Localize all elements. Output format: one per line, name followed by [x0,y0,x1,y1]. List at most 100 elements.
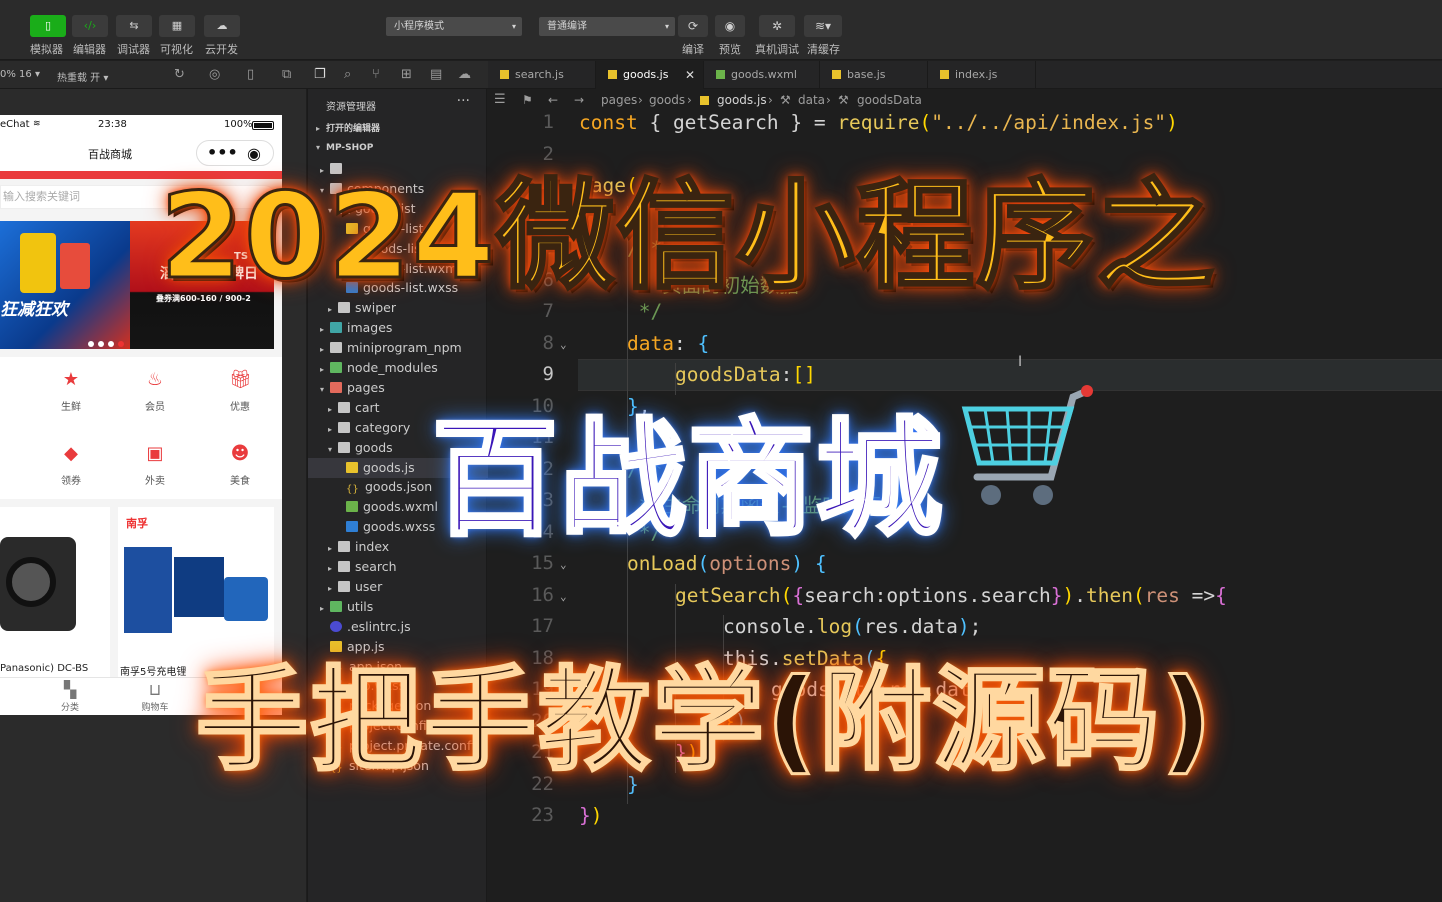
line-number: 8 [542,331,554,354]
close-icon[interactable]: ✕ [685,61,695,89]
grid-item-takeout[interactable]: ▣ 外卖 [120,435,190,499]
search-icon[interactable]: ⌕ [344,67,351,82]
banner-slide-left: 狂减狂欢 [0,221,130,349]
tree-item-label: index [355,539,390,555]
zoom-select[interactable]: 0% 16 ▾ [0,69,40,80]
grid-item-member[interactable]: ♨ 会员 [120,361,190,425]
js-file-icon [500,70,509,79]
breadcrumb: ☰ ⚑ ← → pages › goods › goods.js › ⚒ dat… [488,89,1442,111]
bookmark-icon[interactable]: ⚑ [522,89,533,111]
goods-brand: 南孚 [126,517,148,530]
files-icon[interactable]: ❐ [314,67,326,82]
chevron-right-icon: › [826,93,831,107]
compile-button[interactable]: ⟳ [678,15,708,37]
folder-icon [338,541,350,553]
stop-icon[interactable]: ◎ [209,67,220,82]
remote-debug-button[interactable]: ✲ [759,15,795,37]
category-grid: ★ 生鲜 ♨ 会员 🎁︎ 优惠 ◆ 领券 ▣ 外卖 ☻ 美食 [0,357,282,499]
visual-toggle-button[interactable]: ▦ [159,15,195,37]
open-editors-section[interactable]: ▸ 打开的编辑器 [308,120,488,138]
tab-cart[interactable]: ⊔ 购物车 [125,680,185,713]
grid-item-coupon[interactable]: ◆ 领券 [36,435,106,499]
category-icon: ▚ [63,680,77,699]
debugger-toggle-button[interactable]: ⇆ [116,15,152,37]
swiper-indicator [88,341,148,347]
grid-item-food[interactable]: ☻ 美食 [205,435,275,499]
tab-category[interactable]: ▚ 分类 [40,680,100,713]
tree-item[interactable]: ▸ utils [308,597,488,617]
js-file-icon [700,96,709,105]
list-icon[interactable]: ☰ [494,89,506,111]
tree-item-label: user [355,578,383,594]
window-icon[interactable]: ⧉ [282,67,291,82]
breadcrumb-item[interactable]: goods.js [717,89,767,111]
gift-icon: 🎁︎ [229,369,252,390]
fold-icon[interactable]: ⌄ [560,338,567,351]
tab-goods-wxml[interactable]: goods.wxml [704,61,820,89]
tree-item[interactable]: ▸ miniprogram_npm [308,338,488,358]
bug-icon: ✲ [771,19,783,33]
product-box-image [60,243,90,289]
tree-item[interactable]: ▸ user [308,577,488,597]
breadcrumb-item[interactable]: goodsData [857,89,922,111]
simulator-toggle-button[interactable]: ▯ [30,15,66,37]
tab-search-js[interactable]: search.js [488,61,596,89]
chevron-right-icon: › [638,93,643,107]
tab-label: 购物车 [141,703,169,713]
chevron-down-icon: ▾ [664,22,669,31]
goods-card[interactable]: Panasonic) DC-BS [0,507,110,677]
grid-label: 美食 [230,476,250,487]
preview-label: 预览 [719,43,741,56]
tab-base-js[interactable]: base.js [820,61,928,89]
chevron-down-icon: ▾ [511,22,516,31]
breadcrumb-item[interactable]: goods [649,89,685,111]
tab-goods-js[interactable]: goods.js ✕ [596,61,704,89]
open-editors-label: 打开的编辑器 [326,124,381,134]
window-layout-icon[interactable]: ▤ [430,67,442,82]
fold-icon[interactable]: ⌄ [560,590,567,603]
compile-select[interactable]: 普通编译 ▾ [539,17,675,36]
tab-label: goods.wxml [731,68,797,81]
tab-index-js[interactable]: index.js [928,61,1036,89]
folder-icon [338,561,350,572]
tab-label: index.js [955,68,998,81]
more-icon[interactable]: ··· [457,93,470,109]
source-control-icon[interactable]: ⑂ [372,67,380,82]
reload-icon[interactable]: ↻ [174,67,185,82]
code-line: data: { [627,331,710,355]
back-icon[interactable]: ← [548,89,558,111]
folder-icon [338,441,350,453]
forward-icon[interactable]: → [574,89,584,111]
tree-item-label: goods.wxml [363,499,438,515]
preview-button[interactable]: ◉ [715,15,745,37]
tree-item-label: goods.json [365,479,433,495]
device-icon[interactable]: ▯ [247,67,254,82]
wrench-icon: ⚒ [780,93,791,107]
js-file-icon [940,70,949,79]
clear-cache-button[interactable]: ≋▾ [804,15,842,37]
tree-item[interactable]: ▸ node_modules [308,358,488,378]
editor-toggle-button[interactable]: ‹/› [72,15,108,37]
mode-select[interactable]: 小程序模式 ▾ [386,17,522,36]
code-line: const { getSearch } = require("../../api… [579,111,1178,134]
overlay-title: 2024微信小程序之 [158,166,1217,307]
battery-icon [252,121,274,130]
breadcrumb-item[interactable]: pages [601,89,637,111]
grid-item-discount[interactable]: 🎁︎ 优惠 [205,361,275,425]
tree-item[interactable]: ▸ images [308,318,488,338]
wxml-file-icon [346,501,358,513]
folder-icon [330,322,342,334]
extensions-icon[interactable]: ⊞ [401,67,412,82]
hot-reload-select[interactable]: 热重载 开 ▾ [57,69,108,84]
folder-icon [330,342,342,354]
tree-item[interactable]: ▸ search [308,557,488,577]
devtools-window: ▯ ‹/› ⇆ ▦ ☁ 模拟器 编辑器 调试器 可视化 云开发 小程序模式 ▾ … [0,0,1442,902]
grid-label: 生鲜 [61,402,81,413]
bag-icon: ▣ [146,443,164,464]
cloud-toggle-button[interactable]: ☁ [204,15,240,37]
tree-item-label: node_modules [347,360,438,375]
grid-item-fresh[interactable]: ★ 生鲜 [36,361,106,425]
cloud-sync-icon[interactable]: ☁ [458,67,471,82]
breadcrumb-item[interactable]: data [798,89,825,111]
clock-text: 23:38 [98,119,127,130]
